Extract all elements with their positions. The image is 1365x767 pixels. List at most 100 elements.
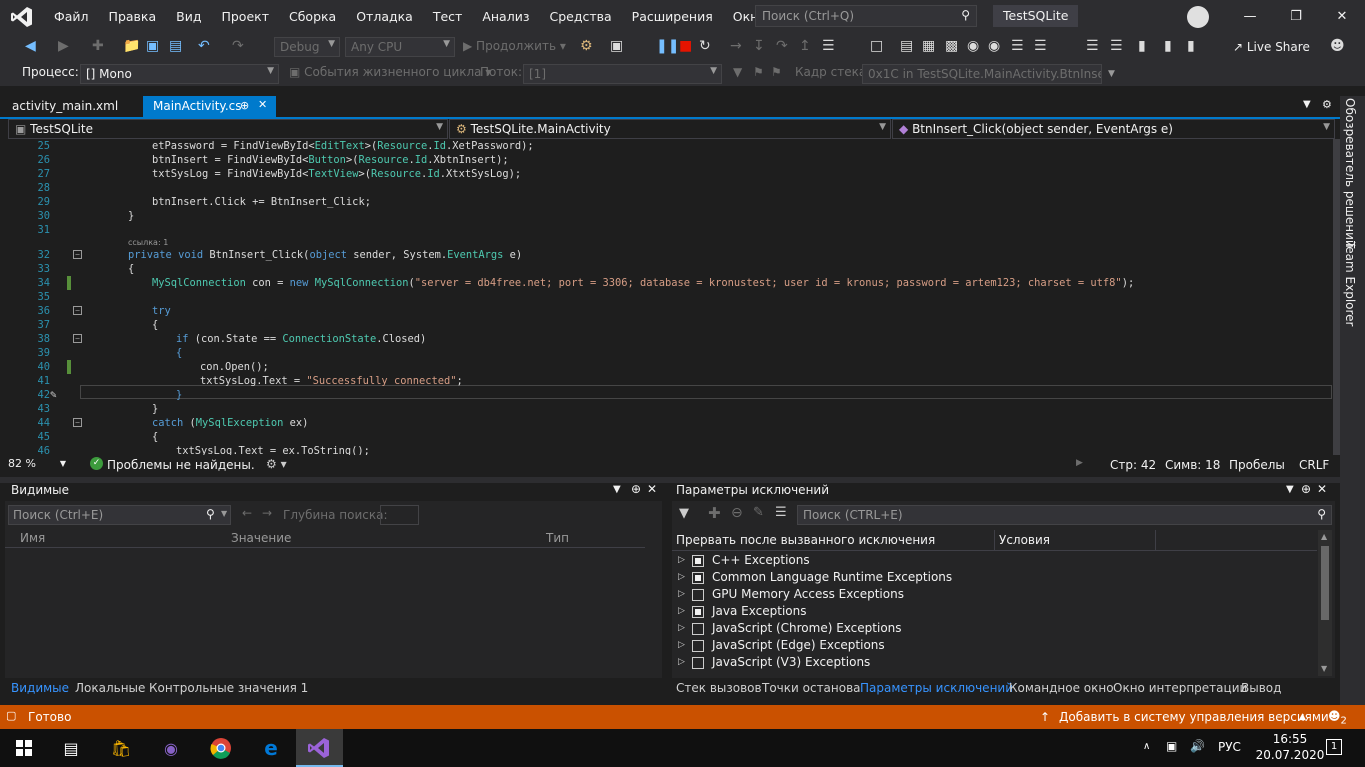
edit-conditions-icon[interactable]: ✎ (753, 505, 764, 520)
hot-reload-icon[interactable]: ⚙ (580, 38, 593, 54)
window-menu-icon[interactable]: ▼ (613, 484, 621, 495)
column-break-when-thrown[interactable]: Прервать после вызванного исключения (676, 533, 935, 547)
team-explorer-tab[interactable]: Team Explorer (1343, 241, 1357, 327)
step-over-icon[interactable]: ↷ (776, 38, 788, 54)
uncomment-icon[interactable]: ▦ (922, 38, 935, 54)
column-value[interactable]: Значение (231, 531, 291, 545)
expand-icon[interactable]: ▷ (678, 623, 685, 633)
exceptions-scrollbar[interactable]: ▲ ▼ (1318, 530, 1332, 676)
exceptions-search-input[interactable]: Поиск (CTRL+E) ⚲ (797, 505, 1332, 525)
zoom-select[interactable]: 82 % ▼ (8, 457, 66, 473)
expand-icon[interactable]: ▷ (678, 606, 685, 616)
volume-icon[interactable]: 🔊 (1190, 739, 1205, 753)
tab-locals[interactable]: Локальные (75, 681, 145, 695)
column-name[interactable]: Имя (20, 531, 45, 545)
tab-breakpoints[interactable]: Точки останова (762, 681, 861, 695)
action-center-icon[interactable]: 1 (1326, 739, 1342, 755)
collapse-icon[interactable]: − (73, 334, 82, 343)
collapse-icon[interactable]: − (73, 306, 82, 315)
line-ending-indicator[interactable]: CRLF (1299, 458, 1329, 472)
bookmark-icon[interactable]: ▮ (1138, 38, 1146, 54)
issues-status[interactable]: Проблемы не найдены. (107, 458, 255, 472)
autos-search-input[interactable]: Поиск (Ctrl+E) ⚲ ▼ (8, 505, 231, 525)
close-panel-icon[interactable]: ✕ (647, 482, 657, 496)
stack-frame-select[interactable]: 0x1C in TestSQLite.MainActivity.BtnInser… (862, 64, 1102, 84)
terminal-icon[interactable]: ▩ (945, 38, 958, 54)
remove-icon[interactable]: ⊖ (731, 505, 743, 521)
menu-build[interactable]: Сборка (279, 0, 346, 33)
tab-main-activity[interactable]: MainActivity.cs ⊕ ✕ (143, 96, 276, 117)
scroll-up-icon[interactable]: ▲ (1321, 532, 1327, 541)
quick-actions-icon[interactable]: ✎ (50, 388, 57, 402)
exception-checkbox[interactable] (692, 657, 704, 669)
tab-call-stack[interactable]: Стек вызовов (676, 681, 762, 695)
indent-icon[interactable]: ☰ (1011, 38, 1024, 54)
new-project-icon[interactable]: ✚ (92, 38, 104, 54)
continue-button[interactable]: ▶ Продолжить ▾ (463, 39, 566, 53)
save-icon[interactable]: ▣ (146, 38, 159, 54)
flag-icon[interactable]: ⚑ (753, 65, 764, 79)
codelens-references[interactable]: ссылка: 1 (128, 238, 168, 248)
comment-icon[interactable]: ▤ (900, 38, 913, 54)
menu-view[interactable]: Вид (166, 0, 211, 33)
exception-checkbox[interactable] (692, 589, 704, 601)
exception-checkbox[interactable] (692, 572, 704, 584)
tor-browser-icon[interactable]: ◉ (157, 734, 185, 762)
add-to-source-control[interactable]: Добавить в систему управления версиями (1059, 710, 1329, 724)
close-panel-icon[interactable]: ✕ (1317, 482, 1327, 496)
windows-start-icon[interactable] (10, 734, 38, 762)
scrollbar-thumb[interactable] (1321, 546, 1329, 620)
process-select[interactable]: [] Mono ▼ (80, 64, 279, 84)
user-avatar[interactable] (1187, 6, 1209, 28)
step-out-icon[interactable]: ↥ (799, 38, 811, 54)
tab-watch-1[interactable]: Контрольные значения 1 (149, 681, 308, 695)
hex-display-icon[interactable]: ☰ (822, 38, 835, 54)
menu-analyze[interactable]: Анализ (472, 0, 539, 33)
menu-debug[interactable]: Отладка (346, 0, 423, 33)
pause-icon[interactable]: ❚❚ (656, 38, 679, 54)
tab-list-icon[interactable]: ▼ (1303, 99, 1311, 110)
forward-icon[interactable]: ▶ (58, 38, 69, 54)
expand-icon[interactable]: ▷ (678, 657, 685, 667)
visual-studio-task-active[interactable] (296, 729, 343, 767)
network-icon[interactable]: ▣ (1166, 739, 1177, 753)
tab-command-window[interactable]: Командное окно (1009, 681, 1114, 695)
code-cleanup-icon[interactable]: ⚙ ▾ (266, 457, 287, 471)
tab-activity-main[interactable]: activity_main.xml (2, 96, 128, 117)
open-file-icon[interactable]: 📁 (123, 38, 140, 54)
search-depth-select[interactable] (380, 505, 419, 525)
toolbar-overflow-icon[interactable]: ▼ (1108, 69, 1115, 79)
bookmark-next-icon[interactable]: ▮ (1187, 38, 1195, 54)
undo-icon[interactable]: ↶ (198, 38, 210, 54)
class-combo[interactable]: ⚙ TestSQLite.MainActivity ▼ (449, 119, 891, 139)
collapse-icon[interactable]: − (73, 250, 82, 259)
quick-launch-search[interactable]: Поиск (Ctrl+Q) ⚲ (755, 5, 977, 27)
close-tab-icon[interactable]: ✕ (258, 98, 267, 111)
visual-studio-logo[interactable] (0, 0, 44, 33)
store-icon[interactable]: 🛍 (107, 734, 135, 762)
device-manager-icon[interactable]: □ (870, 38, 883, 54)
pin-icon[interactable]: ⊕ (1301, 482, 1311, 496)
restart-icon[interactable]: ↻ (699, 38, 711, 54)
window-menu-icon[interactable]: ▼ (1286, 484, 1294, 495)
platform-select[interactable]: Any CPU ▼ (345, 37, 455, 57)
menu-project[interactable]: Проект (211, 0, 279, 33)
tab-immediate-window[interactable]: Окно интерпретации (1113, 681, 1247, 695)
menu-tools[interactable]: Средства (539, 0, 621, 33)
thread-select[interactable]: [1] ▼ (523, 64, 722, 84)
search-forward-icon[interactable]: → (262, 506, 272, 520)
bookmark-prev-icon[interactable]: ▮ (1164, 38, 1172, 54)
expand-icon[interactable]: ▷ (678, 640, 685, 650)
menu-test[interactable]: Тест (423, 0, 472, 33)
edge-icon[interactable]: e (257, 734, 285, 762)
filter-icon[interactable]: ▼ (679, 506, 689, 521)
live-share-button[interactable]: ↗ Live Share (1233, 40, 1310, 54)
project-combo[interactable]: ▣ TestSQLite ▼ (8, 119, 448, 139)
menu-extensions[interactable]: Расширения (622, 0, 723, 33)
maximize-button[interactable]: ❐ (1273, 0, 1319, 33)
format-icon[interactable]: ☰ (1034, 38, 1047, 54)
exception-checkbox[interactable] (692, 640, 704, 652)
tab-output[interactable]: Вывод (1241, 681, 1281, 695)
toggle-icon[interactable]: ◉ (967, 38, 979, 54)
scroll-right-icon[interactable]: ▶ (1076, 458, 1083, 468)
